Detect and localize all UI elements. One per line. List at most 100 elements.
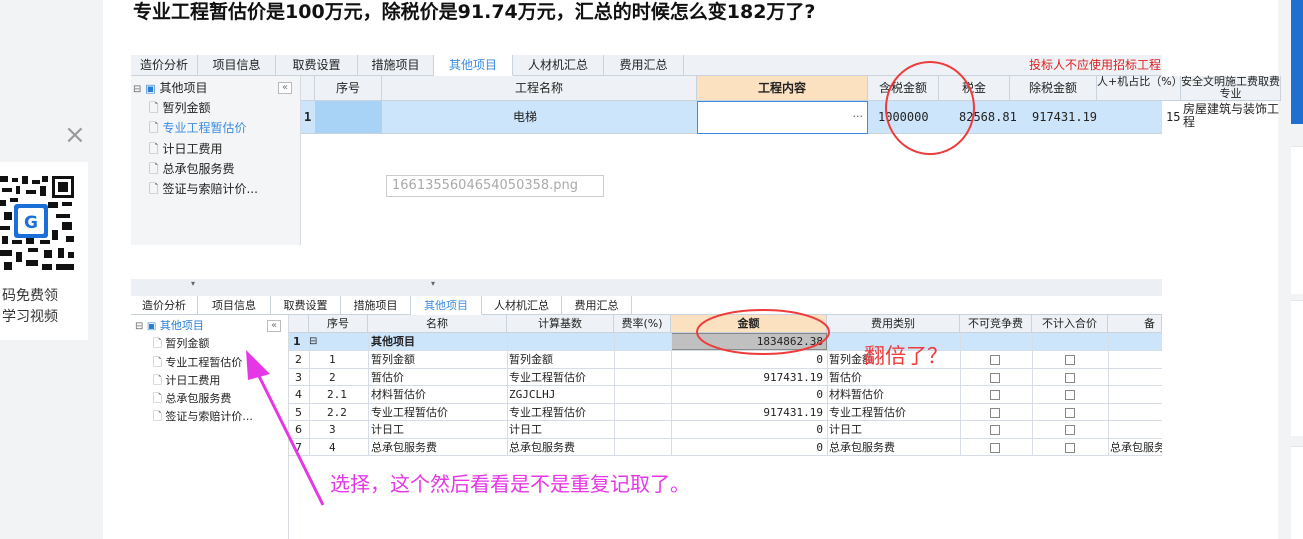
- cell-base[interactable]: ZGJCLHJ: [509, 386, 555, 403]
- tab-labor-material[interactable]: 人材机汇总: [482, 296, 562, 315]
- cell-category[interactable]: 材料暂估价: [829, 386, 959, 403]
- tree-toggle-icon[interactable]: ⊟: [135, 321, 143, 332]
- cell-amount[interactable]: 0: [673, 439, 823, 456]
- not-included-checkbox[interactable]: [1065, 425, 1075, 435]
- cell-base[interactable]: 专业工程暂估价: [509, 369, 586, 386]
- col-header-amount[interactable]: 金额: [671, 315, 827, 333]
- tab-fee-summary[interactable]: 费用汇总: [604, 55, 684, 76]
- cell-amount[interactable]: 0: [673, 386, 823, 403]
- tab-other-items[interactable]: 其他项目: [411, 296, 482, 315]
- tree-toggle-icon[interactable]: ⊟: [133, 84, 141, 95]
- tree-toggle-icon[interactable]: ⊟: [309, 333, 317, 350]
- tab-cost-analysis[interactable]: 造价分析: [131, 296, 198, 315]
- tab-project-info[interactable]: 项目信息: [198, 296, 271, 315]
- cell-seq[interactable]: 2.1: [327, 386, 347, 403]
- col-header-rate[interactable]: 费率(%): [614, 315, 671, 333]
- right-rail-banner[interactable]: [1291, 0, 1303, 124]
- not-included-checkbox[interactable]: [1065, 372, 1075, 383]
- col-header-safety-spec[interactable]: 安全文明施工费取费专业: [1181, 76, 1281, 101]
- more-icon[interactable]: ···: [853, 110, 864, 123]
- col-header-tax-incl[interactable]: 含税金额: [868, 76, 939, 101]
- cell-name[interactable]: 计日工: [371, 421, 404, 438]
- tab-other-items[interactable]: 其他项目: [434, 55, 513, 76]
- tree-item-visa-claims[interactable]: 🗋 签证与索赔计价...: [149, 180, 258, 198]
- cell-base[interactable]: 总承包服务费: [509, 439, 575, 456]
- cell-safety-spec[interactable]: 房屋建筑与装饰工程: [1183, 103, 1281, 136]
- tab-fee-summary[interactable]: 费用汇总: [562, 296, 632, 315]
- col-header-name[interactable]: 工程名称: [382, 76, 697, 101]
- col-header-excl-tax[interactable]: 除税金额: [1010, 76, 1097, 101]
- dropdown-arrow-icon[interactable]: ▾: [191, 279, 195, 288]
- non-competitive-checkbox[interactable]: [990, 407, 1000, 418]
- cell-remarks[interactable]: 总承包服务费: [1110, 439, 1162, 456]
- col-header-ratio[interactable]: 人+机占比（%）: [1097, 76, 1183, 101]
- cell-seq[interactable]: 2.2: [327, 404, 347, 421]
- col-header-tax[interactable]: 税金: [939, 76, 1010, 101]
- cell-amount[interactable]: 0: [673, 351, 823, 368]
- cell-ratio[interactable]: 15: [1166, 101, 1180, 134]
- col-header-base[interactable]: 计算基数: [507, 315, 614, 333]
- cell-seq[interactable]: 3: [329, 421, 336, 438]
- tab-cost-analysis[interactable]: 造价分析: [131, 55, 198, 76]
- cell-name[interactable]: 暂列金额: [371, 351, 415, 368]
- col-header-category[interactable]: 费用类别: [827, 315, 960, 333]
- cell-base[interactable]: 专业工程暂估价: [509, 404, 586, 421]
- tab-measures[interactable]: 措施项目: [341, 296, 411, 315]
- tree-root[interactable]: ⊟ ▣ 其他项目: [135, 317, 204, 335]
- cell-name[interactable]: 材料暂估价: [371, 386, 426, 403]
- tree-item-special-engineering[interactable]: 🗋 专业工程暂估价: [153, 354, 242, 371]
- collapse-panel-button[interactable]: «: [278, 82, 292, 94]
- col-header-content[interactable]: 工程内容: [697, 76, 868, 101]
- not-included-checkbox[interactable]: [1065, 407, 1075, 418]
- tab-fee-settings[interactable]: 取费设置: [276, 55, 358, 76]
- tab-measures[interactable]: 措施项目: [358, 55, 434, 76]
- tree-item-provisional[interactable]: 🗋 暂列金额: [149, 99, 211, 117]
- collapse-panel-button[interactable]: «: [267, 320, 281, 332]
- cell-seq[interactable]: 1: [329, 351, 336, 368]
- dropdown-arrow-icon[interactable]: ▾: [431, 279, 435, 288]
- cell-base[interactable]: 计日工: [509, 421, 542, 438]
- tree-root[interactable]: ⊟ ▣ 其他项目: [133, 79, 207, 99]
- cell-category[interactable]: 暂估价: [829, 369, 959, 386]
- col-header-name[interactable]: 名称: [368, 315, 507, 333]
- tree-item-general-contract[interactable]: 🗋 总承包服务费: [153, 390, 231, 407]
- not-included-checkbox[interactable]: [1065, 355, 1075, 365]
- tree-item-daywork[interactable]: 🗋 计日工费用: [153, 372, 220, 389]
- cell-amount[interactable]: 917431.19: [673, 404, 823, 421]
- cell-name[interactable]: 专业工程暂估价: [371, 404, 448, 421]
- cell-tax-incl[interactable]: 1000000: [878, 101, 929, 134]
- cell-amount[interactable]: 917431.19: [673, 369, 823, 386]
- col-header-seq[interactable]: 序号: [315, 76, 382, 101]
- non-competitive-checkbox[interactable]: [990, 372, 1000, 383]
- tab-fee-settings[interactable]: 取费设置: [271, 296, 341, 315]
- seq-cell[interactable]: [315, 101, 382, 134]
- tab-project-info[interactable]: 项目信息: [198, 55, 276, 76]
- cell-seq[interactable]: 2: [329, 369, 336, 386]
- non-competitive-checkbox[interactable]: [990, 355, 1000, 365]
- tree-item-daywork[interactable]: 🗋 计日工费用: [149, 140, 223, 158]
- cell-category[interactable]: 计日工: [829, 421, 959, 438]
- cell-name[interactable]: 暂估价: [371, 369, 404, 386]
- not-included-checkbox[interactable]: [1065, 390, 1075, 400]
- tab-labor-material[interactable]: 人材机汇总: [513, 55, 604, 76]
- non-competitive-checkbox[interactable]: [990, 442, 1000, 453]
- tree-item-provisional[interactable]: 🗋 暂列金额: [153, 335, 209, 352]
- not-included-checkbox[interactable]: [1065, 442, 1075, 453]
- tree-item-general-contract[interactable]: 🗋 总承包服务费: [149, 160, 235, 178]
- cell-name[interactable]: 其他项目: [371, 333, 415, 350]
- cell-seq[interactable]: 4: [329, 439, 336, 456]
- cell-name[interactable]: 电梯: [513, 101, 537, 134]
- tree-item-visa-claims[interactable]: 🗋 签证与索赔计价...: [153, 408, 253, 425]
- cell-name[interactable]: 总承包服务费: [371, 439, 437, 456]
- content-edit-field[interactable]: ···: [697, 101, 868, 134]
- tree-item-special-engineering[interactable]: 🗋 专业工程暂估价: [149, 119, 247, 137]
- non-competitive-checkbox[interactable]: [990, 425, 1000, 435]
- non-competitive-checkbox[interactable]: [990, 390, 1000, 400]
- col-header-not-included[interactable]: 不计入合价: [1032, 315, 1108, 333]
- cell-tax[interactable]: 82568.81: [959, 101, 1017, 134]
- close-icon[interactable]: ×: [64, 122, 86, 148]
- cell-base[interactable]: 暂列金额: [509, 351, 553, 368]
- cell-excl-tax[interactable]: 917431.19: [1032, 101, 1097, 134]
- cell-category[interactable]: 总承包服务费: [829, 439, 959, 456]
- col-header-non-competitive[interactable]: 不可竞争费: [960, 315, 1032, 333]
